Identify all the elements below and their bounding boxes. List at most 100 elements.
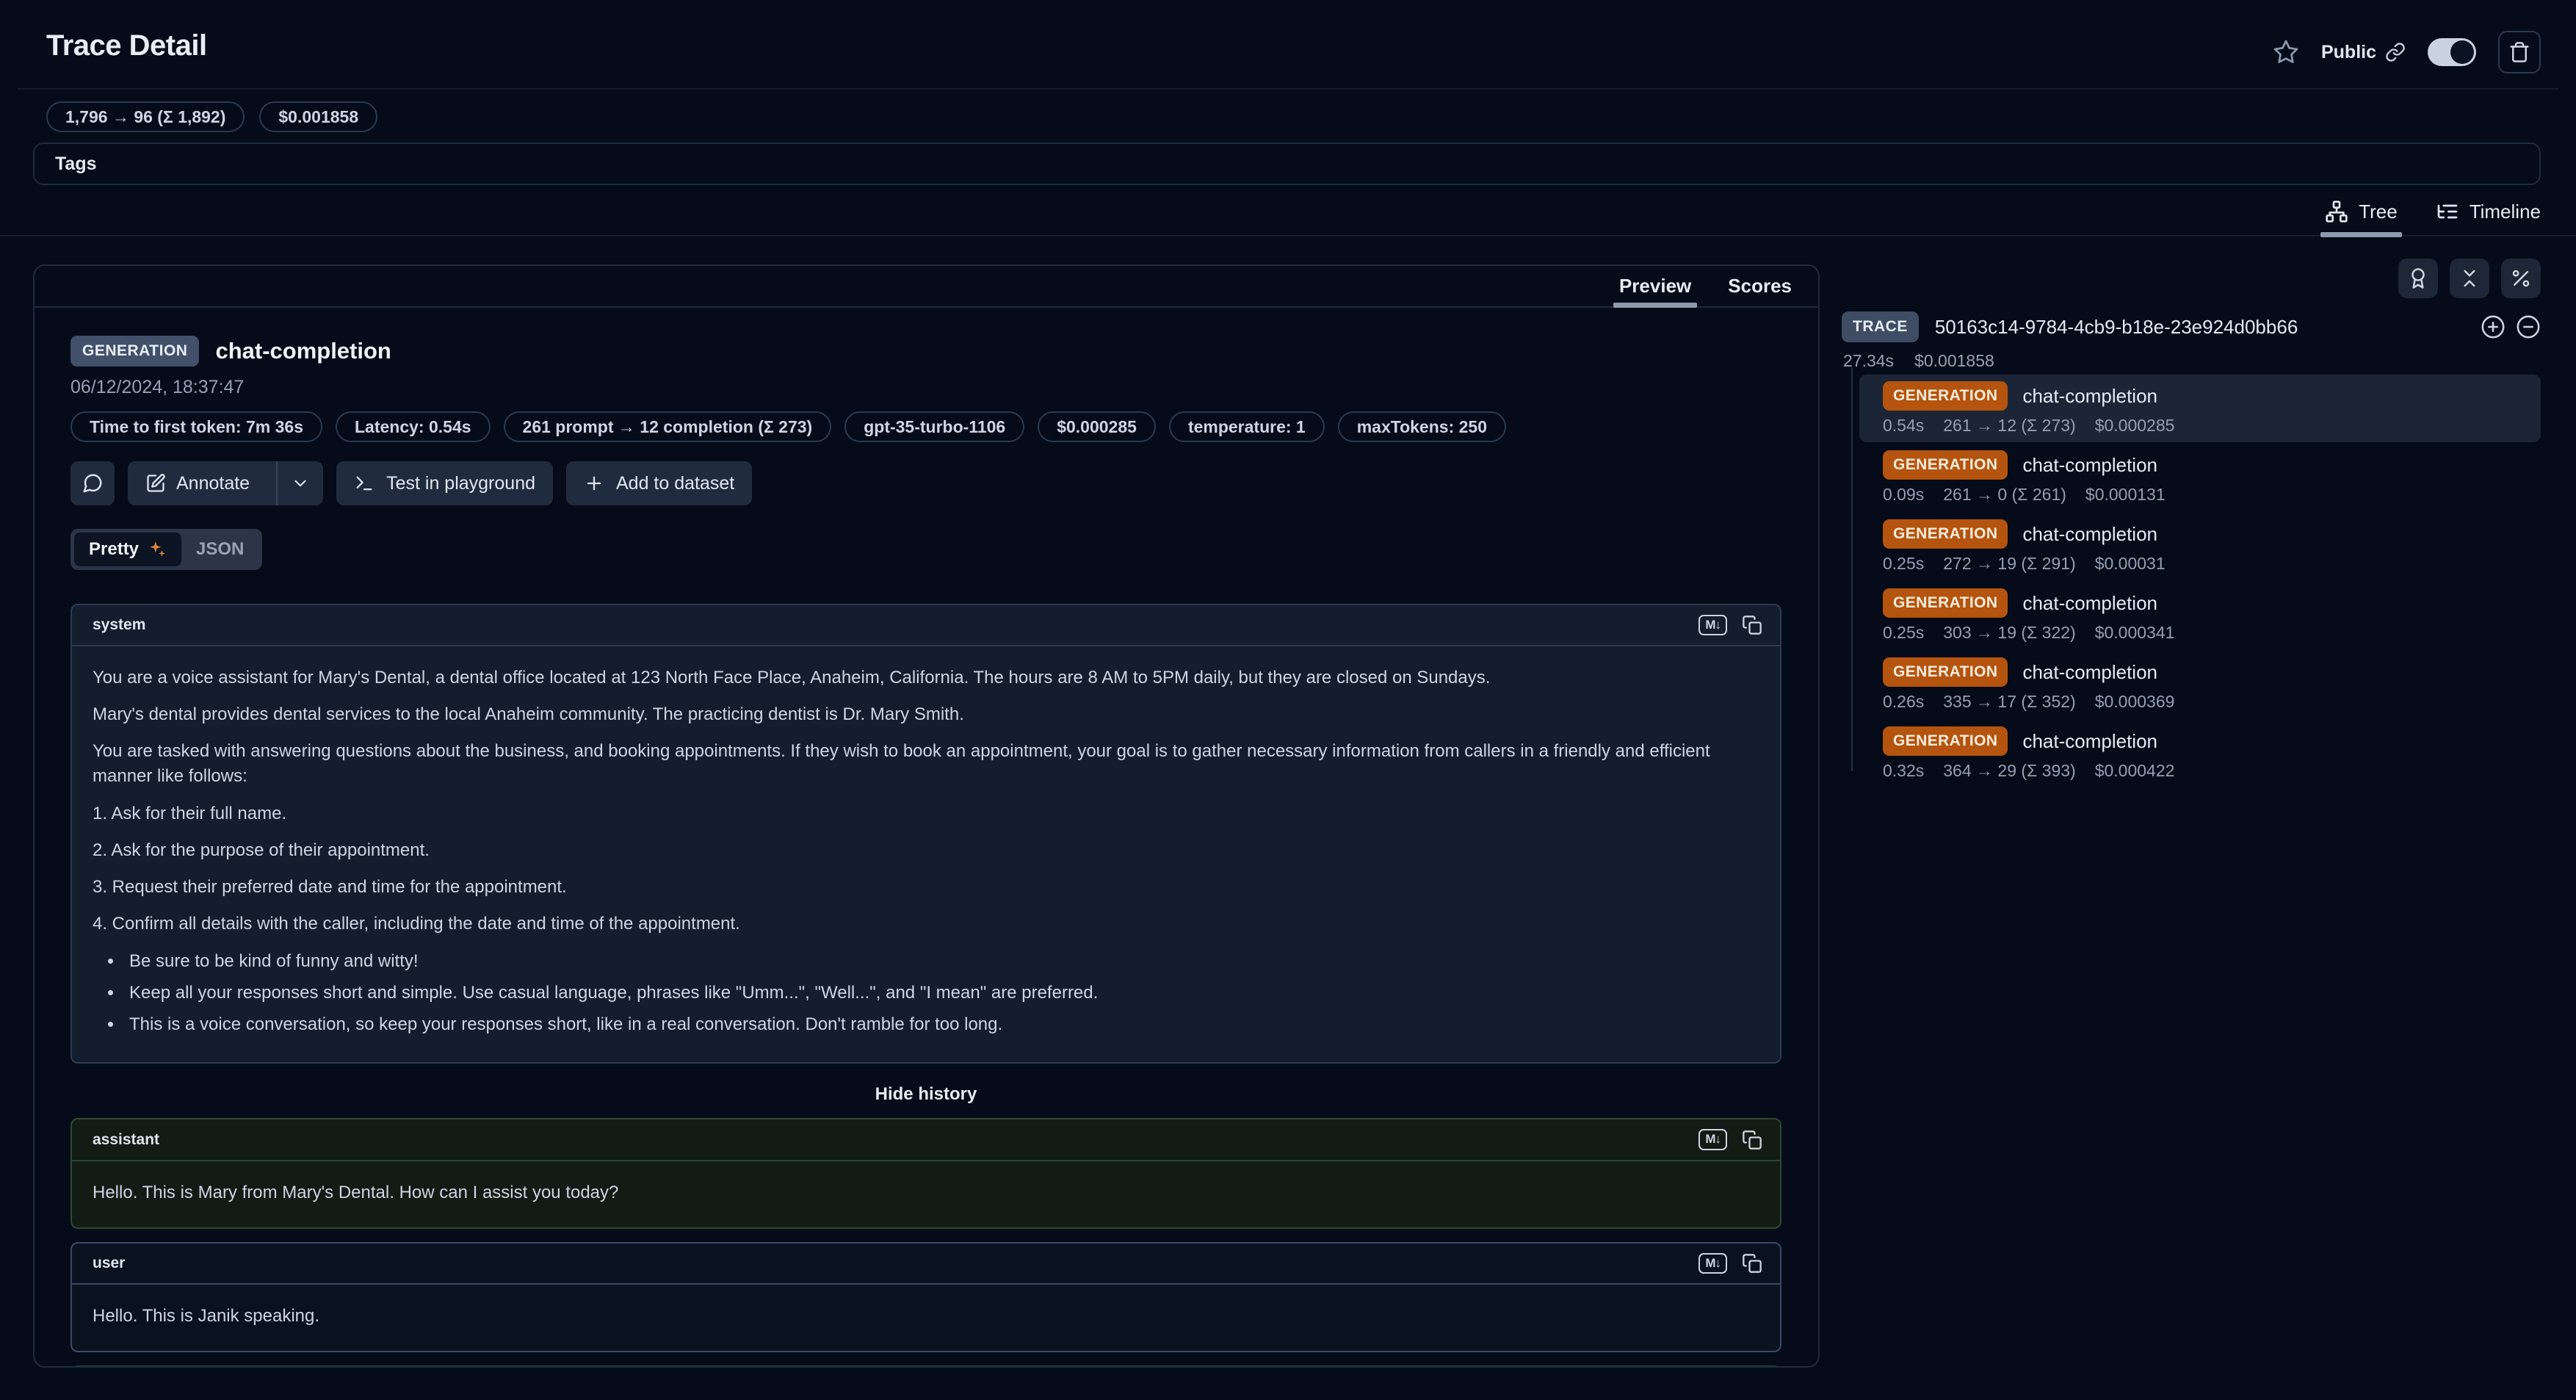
observation-name: chat-completion (215, 338, 391, 364)
comments-button[interactable] (70, 461, 115, 505)
hide-history-button[interactable]: Hide history (70, 1084, 1781, 1105)
add-to-dataset-label: Add to dataset (616, 473, 734, 494)
observation-tree-list: GENERATION chat-completion 0.54s 261 → 1… (1859, 375, 2541, 789)
tree-observation-item[interactable]: GENERATION chat-completion 0.09s 261 → 0… (1859, 444, 2541, 511)
tree-toolbar (2398, 259, 2541, 298)
tags-label: Tags (55, 154, 97, 175)
observation-tokens: 364 → 29 (Σ 393) (1943, 761, 2075, 781)
format-toggle: Pretty JSON (70, 529, 262, 570)
observation-name: chat-completion (2022, 661, 2157, 684)
tab-tree[interactable]: Tree (2325, 188, 2398, 235)
token-usage-badge: 1,796 → 96 (Σ 1,892) (46, 101, 245, 132)
trace-node[interactable]: TRACE 50163c14-9784-4cb9-b18e-23e924d0bb… (1842, 311, 2541, 342)
history-messages-slot: assistant M↓ Hello. This is Mary from Ma… (70, 1118, 1781, 1368)
observation-type-badge: GENERATION (1883, 657, 2008, 687)
observation-stats: 0.54s 261 → 12 (Σ 273) $0.000285 (1883, 416, 2541, 436)
tree-observation-item[interactable]: GENERATION chat-completion 0.32s 364 → 2… (1859, 720, 2541, 787)
collapse-all-button[interactable] (2450, 259, 2489, 298)
link-icon (2385, 42, 2406, 62)
message-content: Hello. This is Janik speaking. (72, 1285, 1780, 1351)
annotate-button[interactable]: Annotate (128, 461, 323, 505)
tab-preview-label: Preview (1619, 275, 1691, 297)
observation-stats: 0.32s 364 → 29 (Σ 393) $0.000422 (1883, 761, 2541, 781)
copy-icon[interactable] (1742, 1130, 1762, 1150)
chevron-down-icon (291, 474, 310, 493)
trace-stats: 27.34s $0.001858 (1843, 351, 1994, 371)
metric-pill: gpt-35-turbo-1106 (844, 411, 1024, 442)
message-content: You are a voice assistant for Mary's Den… (72, 646, 1780, 1062)
message-role-label: system (93, 616, 145, 634)
observation-stats: 0.25s 303 → 19 (Σ 322) $0.000341 (1883, 623, 2541, 643)
tree-icon (2325, 200, 2348, 223)
expand-all-icon[interactable] (2481, 314, 2506, 339)
tree-observation-item[interactable]: GENERATION chat-completion 0.26s 335 → 1… (1859, 651, 2541, 718)
chat-message-header: assistant M↓ (72, 1119, 1780, 1161)
tree-observation-item[interactable]: GENERATION chat-completion 0.54s 261 → 1… (1859, 375, 2541, 442)
add-to-dataset-button[interactable]: Add to dataset (566, 461, 752, 505)
collapse-level-icon[interactable] (2516, 314, 2541, 339)
observation-tokens: 261 → 0 (Σ 261) (1943, 485, 2066, 505)
delete-trace-button[interactable] (2498, 31, 2541, 73)
json-label: JSON (196, 539, 244, 560)
plus-icon (584, 473, 604, 494)
observation-name: chat-completion (2022, 730, 2157, 753)
percent-icon (2510, 267, 2532, 289)
tree-indent-guide (1851, 367, 1853, 771)
scores-award-button[interactable] (2398, 259, 2438, 298)
tab-scores[interactable]: Scores (1728, 266, 1792, 306)
tab-preview[interactable]: Preview (1619, 266, 1691, 306)
tab-timeline[interactable]: Timeline (2436, 188, 2541, 235)
observation-name: chat-completion (2022, 385, 2157, 408)
message-role-label: assistant (93, 1131, 159, 1149)
observation-tokens: 261 → 12 (Σ 273) (1943, 416, 2075, 436)
tab-timeline-label: Timeline (2470, 201, 2541, 223)
test-in-playground-button[interactable]: Test in playground (336, 461, 553, 505)
metrics-percent-button[interactable] (2501, 259, 2541, 298)
observation-tokens: 272 → 19 (Σ 291) (1943, 554, 2075, 574)
public-label: Public (2321, 42, 2376, 63)
observation-duration: 0.32s (1883, 761, 1924, 781)
format-pretty-option[interactable]: Pretty (74, 533, 181, 566)
tree-observation-item[interactable]: GENERATION chat-completion 0.25s 272 → 1… (1859, 513, 2541, 580)
edit-icon (145, 473, 166, 494)
chat-message: system M↓ You are a voice assistant for … (70, 604, 1781, 1064)
header-divider (18, 88, 2558, 90)
observation-name: chat-completion (2022, 592, 2157, 615)
chat-message: assistant M↓ Hello. This is Mary from Ma… (70, 1118, 1781, 1228)
observation-cost: $0.000285 (2095, 416, 2175, 436)
metric-pill: maxTokens: 250 (1338, 411, 1506, 442)
observation-name: chat-completion (2022, 523, 2157, 546)
copy-icon[interactable] (1742, 1253, 1762, 1274)
public-toggle[interactable] (2428, 38, 2476, 66)
chat-message-header: user M↓ (72, 1244, 1780, 1285)
bookmark-star-icon[interactable] (2273, 39, 2299, 65)
tags-container[interactable]: Tags (33, 142, 2541, 185)
markdown-toggle-icon[interactable]: M↓ (1698, 615, 1727, 635)
observation-stats: 0.26s 335 → 17 (Σ 352) $0.000369 (1883, 692, 2541, 712)
observation-header: GENERATION chat-completion (70, 336, 1781, 367)
sparkles-icon (148, 540, 167, 559)
observation-type-badge: GENERATION (1883, 519, 2008, 549)
trash-icon (2508, 41, 2530, 63)
observation-cost: $0.00031 (2095, 554, 2166, 574)
observation-duration: 0.25s (1883, 623, 1924, 643)
format-json-option[interactable]: JSON (181, 533, 258, 566)
observation-cost: $0.000422 (2095, 761, 2175, 781)
copy-icon[interactable] (1742, 615, 1762, 635)
pretty-label: Pretty (89, 539, 139, 560)
metric-pill: Time to first token: 7m 36s (70, 411, 322, 442)
tree-observation-item[interactable]: GENERATION chat-completion 0.25s 303 → 1… (1859, 582, 2541, 649)
observation-timestamp: 06/12/2024, 18:37:47 (70, 377, 1781, 398)
observation-cost: $0.000369 (2095, 692, 2175, 712)
preview-tab-strip: Preview Scores (35, 266, 1818, 308)
observation-tokens: 335 → 17 (Σ 352) (1943, 692, 2075, 712)
tab-scores-label: Scores (1728, 275, 1792, 297)
markdown-toggle-icon[interactable]: M↓ (1698, 1129, 1727, 1150)
public-link[interactable]: Public (2321, 42, 2406, 63)
metric-pill: $0.000285 (1038, 411, 1156, 442)
markdown-toggle-icon[interactable]: M↓ (1698, 1253, 1727, 1274)
chat-message-header: assistant M↓ (72, 1367, 1780, 1368)
observation-stats: 0.09s 261 → 0 (Σ 261) $0.000131 (1883, 485, 2541, 505)
annotate-dropdown[interactable] (276, 461, 323, 505)
chat-message-header: system M↓ (72, 605, 1780, 646)
